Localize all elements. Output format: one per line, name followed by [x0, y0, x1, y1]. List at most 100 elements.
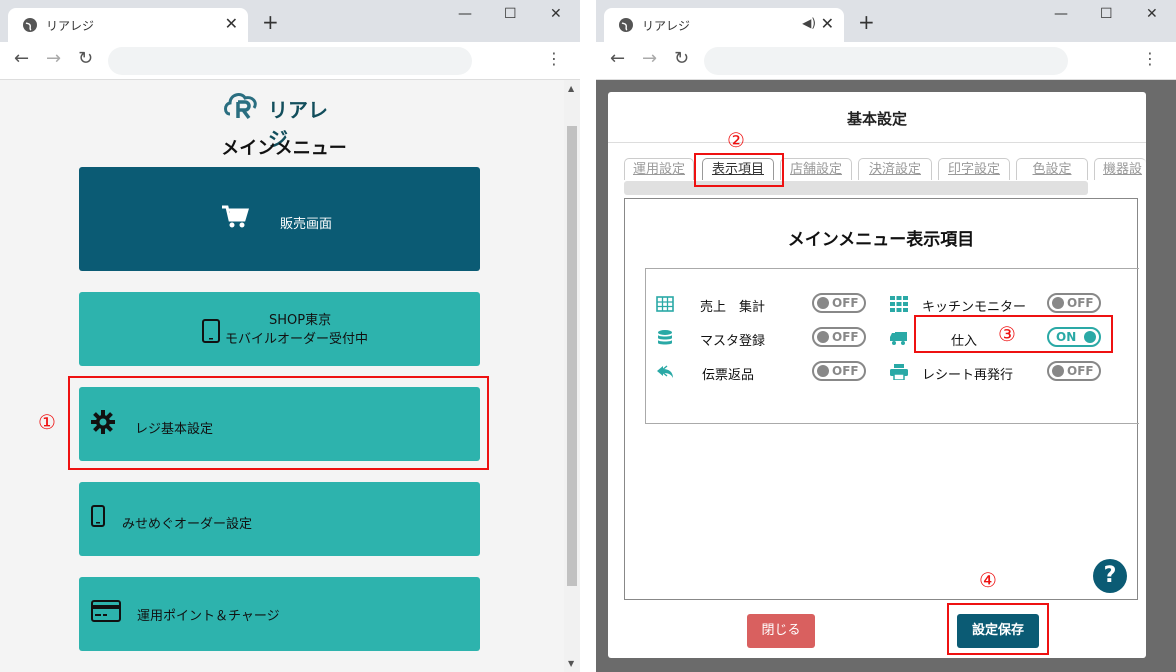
browser-tab[interactable]: リアレジ ✕: [8, 8, 248, 42]
title-bar: リアレジ ◀) ✕ + — ☐ ✕: [596, 0, 1176, 42]
address-bar[interactable]: [108, 47, 472, 75]
address-bar[interactable]: [704, 47, 1068, 75]
tab-store-settings[interactable]: 店舗設定: [780, 158, 852, 180]
mobile-order-button[interactable]: SHOP東京 モバイルオーダー受付中: [79, 292, 480, 366]
annotation-box-1: [68, 376, 489, 470]
toggle-state: OFF: [832, 330, 859, 344]
table-icon: [656, 296, 674, 312]
settings-modal: 基本設定 運用設定 表示項目 店舗設定 決済設定 印字設定 色設定 機器設 メイ…: [608, 92, 1146, 658]
annotation-number-1: ①: [38, 410, 56, 434]
globe-icon: [619, 18, 633, 32]
toggle-master-registration[interactable]: OFF: [812, 327, 866, 347]
misemegu-order-button[interactable]: みせめぐオーダー設定: [79, 482, 480, 556]
item-label-kitchen-monitor: キッチンモニター: [922, 300, 1027, 315]
browser-window-right: リアレジ ◀) ✕ + — ☐ ✕ ← → ↻ ⋮ 基本設定 運用設定 表示項目…: [596, 0, 1176, 672]
toggle-state: OFF: [1067, 296, 1094, 310]
toggle-state: OFF: [832, 296, 859, 310]
back-icon[interactable]: ←: [14, 50, 29, 68]
scroll-down-icon[interactable]: ▼: [568, 659, 574, 668]
phone-icon: [91, 505, 105, 527]
tab-title: リアレジ: [46, 19, 95, 33]
plus-icon[interactable]: +: [262, 12, 279, 32]
forward-icon[interactable]: →: [642, 50, 657, 68]
browser-window-left: リアレジ ✕ + — ☐ ✕ ← → ↻ ⋮ リアレジ メインメニュー 販売画面: [0, 0, 580, 672]
help-button[interactable]: ?: [1093, 559, 1127, 593]
misemegu-order-label: みせめぐオーダー設定: [122, 517, 253, 532]
item-label-sales-summary: 売上 集計: [700, 300, 766, 315]
app-logo: リアレジ: [224, 90, 344, 151]
globe-icon: [23, 18, 37, 32]
annotation-box-2: [694, 153, 784, 187]
reload-icon[interactable]: ↻: [674, 50, 689, 68]
toggle-slip-return[interactable]: OFF: [812, 361, 866, 381]
toggle-knob: [817, 331, 829, 343]
browser-tab[interactable]: リアレジ ◀) ✕: [604, 8, 844, 42]
minimize-icon[interactable]: —: [458, 6, 472, 22]
close-window-icon[interactable]: ✕: [1146, 6, 1158, 22]
plus-icon[interactable]: +: [858, 12, 875, 32]
credit-card-icon: [91, 600, 121, 622]
tab-close-icon[interactable]: ✕: [225, 14, 238, 33]
maximize-icon[interactable]: ☐: [504, 6, 517, 22]
speaker-icon[interactable]: ◀): [802, 16, 816, 30]
page-title: メインメニュー: [221, 138, 347, 159]
display-items-panel: メインメニュー表示項目 売上 集計 OFF キッチンモニター OFF マスタ登録…: [624, 198, 1139, 600]
toggle-state: OFF: [832, 364, 859, 378]
tab-title: リアレジ: [642, 19, 691, 33]
panel-title: メインメニュー表示項目: [787, 230, 975, 250]
reload-icon[interactable]: ↻: [78, 50, 93, 68]
item-label-receipt-reissue: レシート再発行: [922, 368, 1014, 383]
tab-operation-settings[interactable]: 運用設定: [624, 158, 694, 180]
toggle-knob: [817, 297, 829, 309]
modal-overlay: 基本設定 運用設定 表示項目 店舗設定 決済設定 印字設定 色設定 機器設 メイ…: [596, 80, 1176, 672]
toggle-knob: [1052, 365, 1064, 377]
annotation-box-4: [947, 603, 1049, 655]
sales-screen-label: 販売画面: [280, 217, 333, 232]
annotation-number-2: ②: [727, 128, 745, 152]
reply-icon: [657, 365, 673, 378]
tab-device-settings[interactable]: 機器設: [1094, 158, 1146, 180]
annotation-number-4: ④: [979, 568, 997, 592]
maximize-icon[interactable]: ☐: [1100, 6, 1113, 22]
tab-close-icon[interactable]: ✕: [821, 14, 834, 33]
tab-color-settings[interactable]: 色設定: [1016, 158, 1088, 180]
tab-payment-settings[interactable]: 決済設定: [858, 158, 932, 180]
divider: [608, 142, 1146, 143]
browser-menu-icon[interactable]: ⋮: [1142, 51, 1158, 67]
toggle-knob: [1052, 297, 1064, 309]
scroll-up-icon[interactable]: ▲: [568, 84, 574, 93]
database-icon: [658, 330, 672, 345]
toggle-knob: [817, 365, 829, 377]
grid-icon: [890, 296, 908, 312]
printer-icon: [890, 364, 908, 380]
points-charge-button[interactable]: 運用ポイント＆チャージ: [79, 577, 480, 651]
logo-r-icon: [224, 93, 257, 120]
toggle-sales-summary[interactable]: OFF: [812, 293, 866, 313]
browser-menu-icon[interactable]: ⋮: [546, 51, 562, 67]
close-button[interactable]: 閉じる: [747, 614, 815, 648]
back-icon[interactable]: ←: [610, 50, 625, 68]
tab-print-settings[interactable]: 印字設定: [938, 158, 1010, 180]
tablet-icon: [202, 319, 220, 343]
toggle-receipt-reissue[interactable]: OFF: [1047, 361, 1101, 381]
mobile-order-label: モバイルオーダー受付中: [225, 332, 369, 347]
shop-name-label: SHOP東京: [269, 313, 332, 328]
cart-icon: [222, 205, 249, 228]
minimize-icon[interactable]: —: [1054, 6, 1068, 22]
browser-toolbar: ← → ↻ ⋮: [596, 42, 1176, 80]
item-label-master-registration: マスタ登録: [700, 334, 766, 349]
title-bar: リアレジ ✕ + — ☐ ✕: [0, 0, 580, 42]
browser-toolbar: ← → ↻ ⋮: [0, 42, 580, 80]
points-charge-label: 運用ポイント＆チャージ: [137, 609, 280, 624]
forward-icon[interactable]: →: [46, 50, 61, 68]
scrollbar[interactable]: ▲ ▼: [564, 80, 580, 672]
item-label-slip-return: 伝票返品: [702, 368, 755, 383]
sales-screen-button[interactable]: 販売画面: [79, 167, 480, 271]
page-content: リアレジ メインメニュー 販売画面 SHOP東京 モバイルオーダー受付中 レジ基…: [0, 80, 580, 672]
toggle-kitchen-monitor[interactable]: OFF: [1047, 293, 1101, 313]
scroll-thumb[interactable]: [567, 126, 577, 586]
annotation-number-3: ③: [998, 322, 1016, 346]
modal-title: 基本設定: [846, 110, 907, 128]
truck-icon: [890, 332, 907, 345]
close-window-icon[interactable]: ✕: [550, 6, 562, 22]
